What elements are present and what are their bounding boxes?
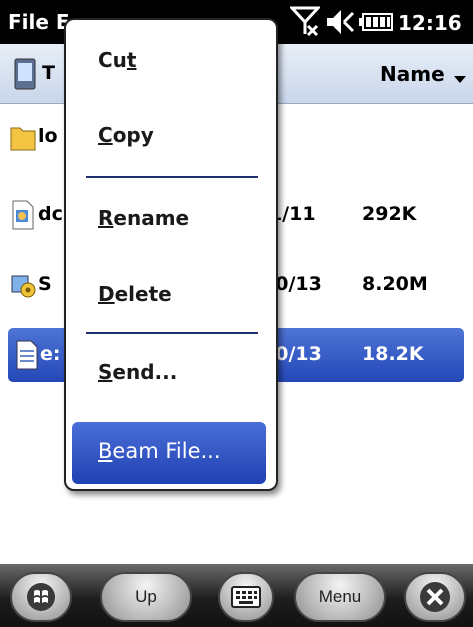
file-name: dc — [38, 203, 63, 225]
menu-button[interactable]: Menu — [294, 572, 386, 622]
current-folder[interactable]: T — [42, 62, 55, 84]
menu-item-send[interactable]: Send... — [98, 360, 177, 384]
menu-item-beam-file[interactable]: Beam File... — [98, 439, 221, 463]
file-size: 292K — [362, 203, 417, 225]
file-size: 8.20M — [362, 273, 428, 295]
menu-item-delete[interactable]: Delete — [98, 282, 172, 306]
sort-down-arrow-icon[interactable] — [454, 76, 466, 84]
file-name: e: — [40, 343, 61, 365]
keyboard-icon — [231, 586, 261, 608]
file-size: 18.2K — [362, 343, 424, 365]
setup-package-icon — [11, 275, 36, 298]
up-button-label: Up — [135, 587, 157, 606]
menu-item-beam-highlight[interactable]: Beam File... — [72, 422, 266, 484]
menu-item-cut[interactable]: Cut — [98, 48, 136, 72]
speaker-icon[interactable] — [325, 8, 355, 36]
softkey-bar: Up Menu — [0, 564, 473, 627]
close-icon — [420, 582, 450, 612]
app-title[interactable]: File E — [8, 10, 70, 34]
device-icon[interactable] — [14, 58, 36, 90]
sort-by-label[interactable]: Name — [380, 62, 445, 86]
text-file-icon — [16, 340, 38, 370]
file-name: S — [38, 273, 52, 295]
close-button[interactable] — [404, 572, 466, 622]
folder-icon — [10, 127, 36, 151]
file-name: lo — [38, 125, 58, 147]
menu-item-rename[interactable]: Rename — [98, 206, 189, 230]
menu-button-label: Menu — [318, 587, 362, 606]
context-menu: Cut Copy Rename Delete Send... Beam File… — [64, 18, 278, 491]
windows-logo-icon — [27, 583, 55, 611]
start-button[interactable] — [10, 572, 72, 622]
battery-icon[interactable] — [359, 13, 393, 31]
up-button[interactable]: Up — [100, 572, 192, 622]
document-icon — [12, 200, 34, 230]
no-signal-icon[interactable] — [290, 6, 320, 36]
keyboard-button[interactable] — [218, 572, 274, 622]
clock[interactable]: 12:16 — [398, 11, 462, 35]
menu-separator — [86, 332, 258, 334]
menu-separator — [86, 176, 258, 178]
menu-item-copy[interactable]: Copy — [98, 123, 154, 147]
